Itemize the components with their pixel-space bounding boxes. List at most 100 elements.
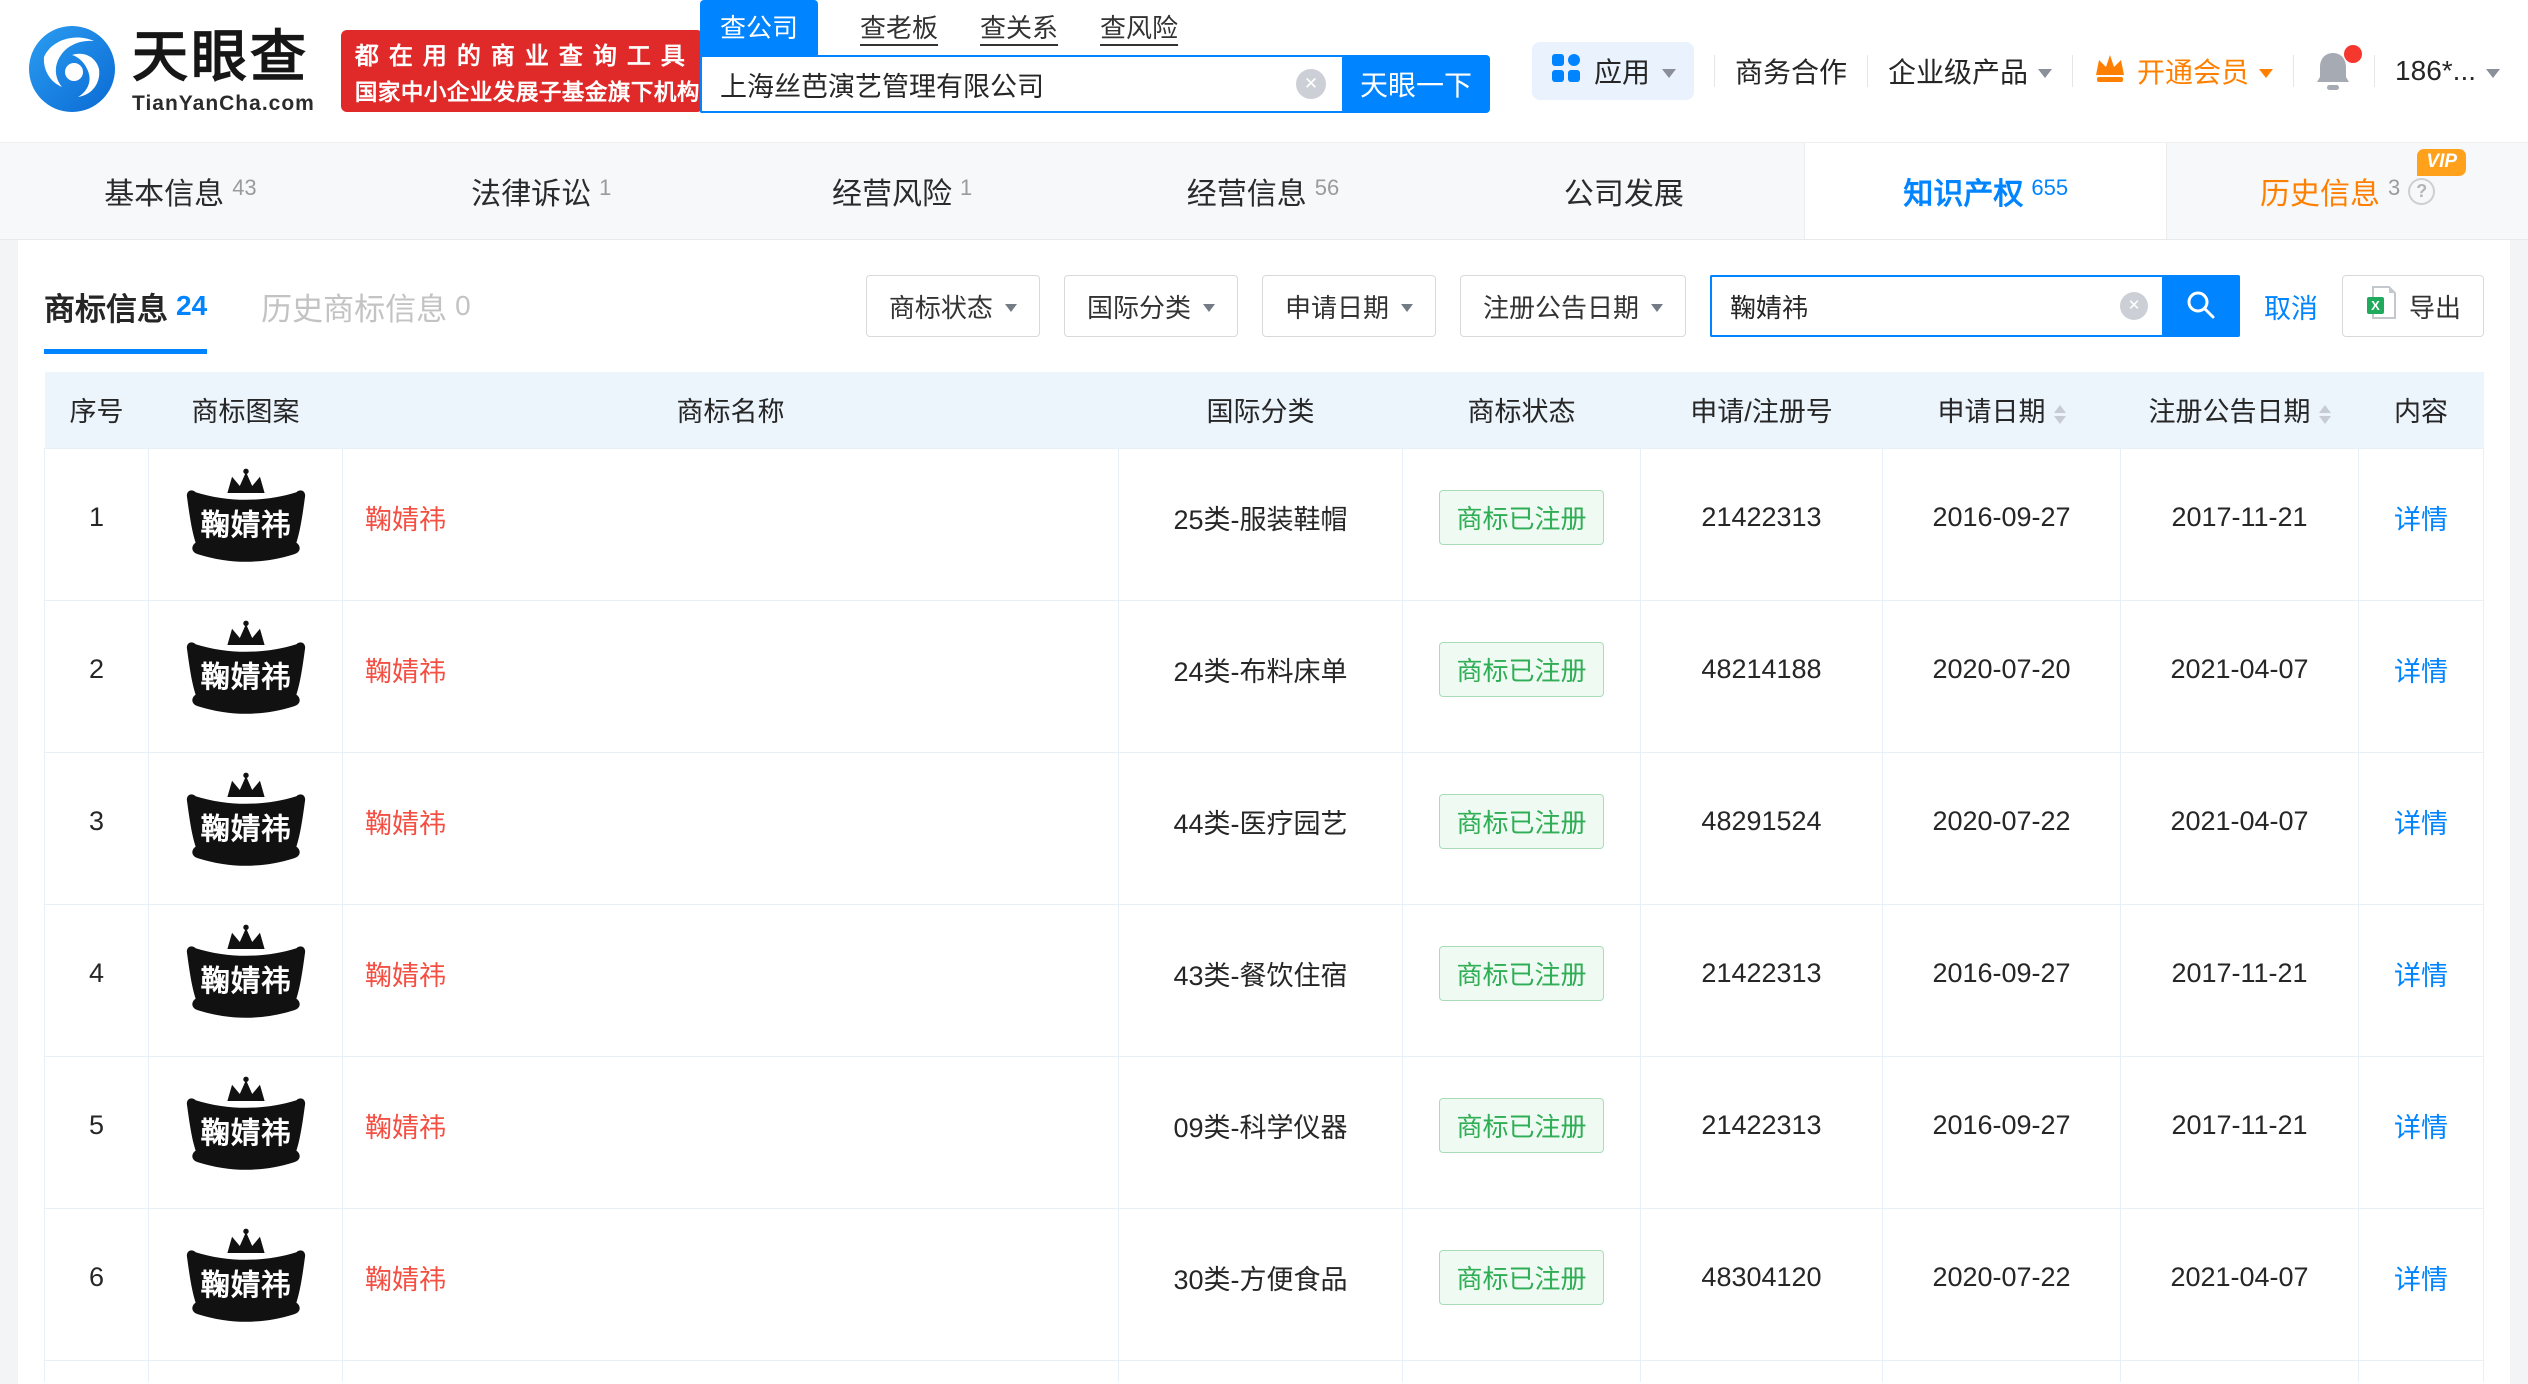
tab-intellectual-property[interactable]: 知识产权 655 <box>1804 143 2168 239</box>
trademark-search-button[interactable] <box>2161 275 2240 337</box>
tianyancha-logo[interactable]: 天眼查 TianYanCha.com <box>28 25 315 118</box>
trademark-name-cell: 鞠婧祎 <box>342 1208 1119 1361</box>
status-cell: 商标已注册 <box>1402 600 1641 753</box>
trademark-name-link[interactable]: 鞠婧祎 <box>365 1265 446 1295</box>
tab-operation-risk[interactable]: 经营风险 1 <box>722 143 1083 239</box>
trademark-logo-image[interactable]: 鞠婧祎 <box>149 1076 342 1174</box>
trademark-logo-image[interactable]: 鞠婧祎 <box>149 620 342 718</box>
header-nav: 应用 商务合作 企业级产品 开通会员 186*... <box>1531 42 2500 100</box>
detail-link[interactable]: 详情 <box>2394 657 2448 687</box>
filter-apply-date[interactable]: 申请日期 <box>1261 275 1436 337</box>
table-row: 3 鞠婧祎 鞠婧祎 44类-医疗园艺 商标已注册 48291524 2020-0… <box>44 752 2484 905</box>
trademark-image-cell: 鞠婧祎 <box>148 752 343 905</box>
filter-publish-date[interactable]: 注册公告日期 <box>1459 275 1686 337</box>
chevron-down-icon <box>1662 68 1676 78</box>
svg-text:鞠婧祎: 鞠婧祎 <box>200 509 291 542</box>
col-content: 内容 <box>2358 372 2484 448</box>
reg-no-cell: 48291524 <box>1640 752 1883 905</box>
col-publish-date: 注册公告日期 <box>2120 372 2359 448</box>
col-reg-no: 申请/注册号 <box>1640 372 1883 448</box>
detail-link[interactable]: 详情 <box>2394 809 2448 839</box>
filter-international-class[interactable]: 国际分类 <box>1063 275 1238 337</box>
chevron-down-icon <box>2486 68 2500 78</box>
subtab-trademark-info[interactable]: 商标信息 24 <box>44 240 208 372</box>
publish-date-cell: 2021-04-07 <box>2120 600 2359 753</box>
trademark-name-link[interactable]: 鞠婧祎 <box>365 1113 446 1143</box>
search-tab-relation[interactable]: 查关系 <box>980 8 1058 55</box>
status-badge: 商标已注册 <box>1439 641 1604 697</box>
apps-grid-icon <box>1550 52 1582 91</box>
trademark-name-link[interactable]: 鞠婧祎 <box>365 505 446 535</box>
detail-link[interactable]: 详情 <box>2394 1113 2448 1143</box>
tianyancha-logo-icon <box>28 25 116 118</box>
subtab-history-trademark-info[interactable]: 历史商标信息 0 <box>261 240 471 372</box>
row-number: 3 <box>44 752 149 905</box>
trademark-name-cell: 鞠婧祎 <box>342 600 1119 753</box>
site-header: 天眼查 TianYanCha.com 都在用的商业查询工具 国家中小企业发展子基… <box>0 0 2528 142</box>
trademark-name-link[interactable]: 鞠婧祎 <box>365 809 446 839</box>
trademark-logo-image[interactable]: 鞠婧祎 <box>149 772 342 870</box>
trademark-logo-image[interactable]: 鞠婧祎 <box>149 1228 342 1326</box>
apply-date-cell: 2016-09-27 <box>1882 447 2121 601</box>
trademark-logo-image[interactable]: 鞠婧祎 <box>149 924 342 1022</box>
status-badge: 商标已注册 <box>1439 945 1604 1001</box>
tab-history-info[interactable]: VIP 历史信息 3 ? <box>2167 143 2528 239</box>
trademark-name-link[interactable]: 鞠婧祎 <box>365 657 446 687</box>
clear-search-icon[interactable]: ✕ <box>2119 292 2148 320</box>
chevron-down-icon <box>1400 303 1413 312</box>
trademark-name-link[interactable]: 鞠婧祎 <box>365 961 446 991</box>
reg-no-cell: 21422313 <box>1640 1056 1883 1209</box>
detail-link[interactable]: 详情 <box>2394 505 2448 535</box>
cancel-search-link[interactable]: 取消 <box>2264 287 2318 326</box>
trademark-image-cell: 鞠婧祎 <box>148 600 343 753</box>
detail-link[interactable]: 详情 <box>2394 961 2448 991</box>
tab-operation-info[interactable]: 经营信息 56 <box>1083 143 1444 239</box>
intl-class-cell: 09类-科学仪器 <box>1118 1056 1403 1209</box>
status-cell: 商标已注册 <box>1402 1056 1641 1209</box>
trademark-name-cell: 鞠婧祎 <box>342 752 1119 905</box>
logo-text: 天眼查 <box>132 24 309 88</box>
notifications-bell[interactable] <box>2314 45 2363 93</box>
status-badge: 商标已注册 <box>1439 1097 1604 1153</box>
publish-date-cell: 2021-04-07 <box>2120 1208 2359 1361</box>
excel-icon: X <box>2365 285 2397 328</box>
filter-toolbar: 商标状态 国际分类 申请日期 注册公告日期 ✕ <box>865 275 2484 337</box>
sort-apply-date[interactable] <box>2053 404 2066 424</box>
enterprise-products-menu[interactable]: 企业级产品 <box>1888 51 2053 91</box>
sort-publish-date[interactable] <box>2318 404 2331 424</box>
apply-date-cell: 2020-07-22 <box>1882 1208 2121 1361</box>
tab-legal-proceedings[interactable]: 法律诉讼 1 <box>361 143 722 239</box>
trademark-search-input[interactable] <box>1711 290 2162 322</box>
tab-company-development[interactable]: 公司发展 <box>1443 143 1804 239</box>
status-badge: 商标已注册 <box>1439 1249 1604 1305</box>
chevron-down-icon <box>1004 303 1017 312</box>
export-button[interactable]: X 导出 <box>2341 275 2484 337</box>
trademark-logo-image[interactable]: 鞠婧祎 <box>149 468 342 566</box>
clear-search-icon[interactable]: ✕ <box>1296 69 1326 99</box>
reg-no-cell: 48214188 <box>1640 600 1883 753</box>
search-tab-risk[interactable]: 查风险 <box>1100 8 1178 55</box>
row-number: 5 <box>44 1056 149 1209</box>
account-menu[interactable]: 186*... <box>2395 55 2500 87</box>
tab-basic-info[interactable]: 基本信息 43 <box>0 143 361 239</box>
search-tab-boss[interactable]: 查老板 <box>860 8 938 55</box>
trademark-table: 序号 商标图案 商标名称 国际分类 商标状态 申请/注册号 申请日期 注册公告日… <box>44 372 2484 1382</box>
apps-menu[interactable]: 应用 <box>1531 42 1694 100</box>
slogan-banner: 都在用的商业查询工具 国家中小企业发展子基金旗下机构 <box>340 30 703 112</box>
publish-date-cell: 2017-11-21 <box>2120 1056 2359 1209</box>
svg-text:鞠婧祎: 鞠婧祎 <box>200 965 291 998</box>
trademark-image-cell: 鞠婧祎 <box>148 904 343 1057</box>
table-row: 1 鞠婧祎 鞠婧祎 25类-服装鞋帽 商标已注册 21422313 2016-0… <box>44 447 2484 601</box>
status-badge: 商标已注册 <box>1439 793 1604 849</box>
business-cooperation-link[interactable]: 商务合作 <box>1735 51 1847 91</box>
search-submit-button[interactable]: 天眼一下 <box>1342 55 1490 113</box>
search-tab-company[interactable]: 查公司 <box>700 0 819 55</box>
detail-link[interactable]: 详情 <box>2394 1265 2448 1295</box>
apps-menu-label: 应用 <box>1593 57 1650 88</box>
table-row: 5 鞠婧祎 鞠婧祎 09类-科学仪器 商标已注册 21422313 2016-0… <box>44 1056 2484 1209</box>
crown-icon <box>2093 53 2127 90</box>
help-icon[interactable]: ? <box>2408 177 2436 205</box>
open-vip-menu[interactable]: 开通会员 <box>2093 51 2274 91</box>
company-search-input[interactable] <box>700 55 1342 113</box>
filter-trademark-status[interactable]: 商标状态 <box>865 275 1040 337</box>
